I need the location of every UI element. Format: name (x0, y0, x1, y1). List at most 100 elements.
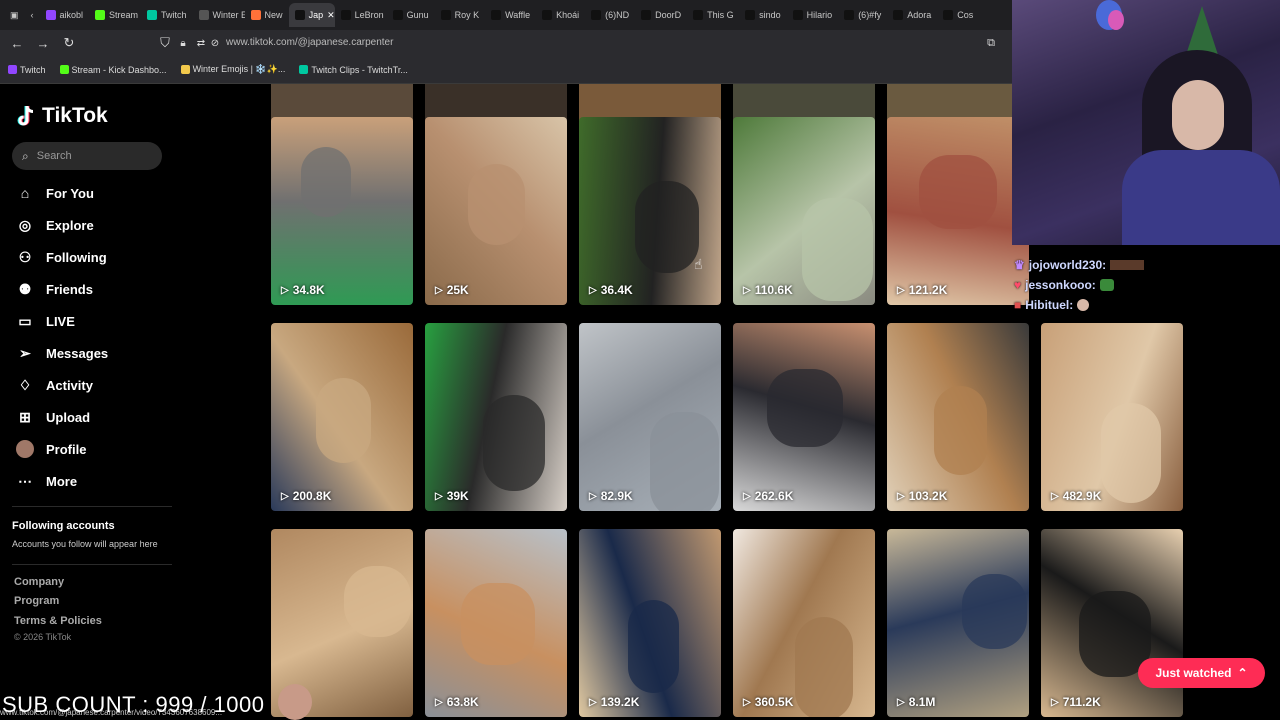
play-icon: ▷ (281, 284, 289, 296)
sidebar-item-explore[interactable]: ◎ Explore (16, 216, 94, 234)
browser-tab[interactable]: sindo (739, 3, 787, 27)
video-thumbnail (650, 412, 719, 511)
browser-tab[interactable]: Hilario (787, 3, 839, 27)
footer-link-terms[interactable]: Terms & Policies (14, 615, 102, 627)
tab-favicon-icon (943, 10, 954, 20)
close-tab-icon[interactable]: ✕ (327, 10, 334, 21)
sidebar-item-label: LIVE (46, 313, 75, 329)
sidebar-item-friends[interactable]: ⚉ Friends (16, 280, 93, 298)
sidebar-item-label: Friends (46, 281, 93, 297)
video-card[interactable]: ▷ 139.2K (579, 529, 721, 717)
sub-goal-avatar (278, 684, 312, 720)
video-card[interactable]: ▷ 482.9K (1041, 323, 1183, 511)
video-card[interactable]: ▷ 103.2K (887, 323, 1029, 511)
browser-tab[interactable]: Waffle (485, 3, 536, 27)
sidebar-item-upload[interactable]: ⊞ Upload (16, 408, 90, 426)
browser-tab[interactable]: Khoái (536, 3, 585, 27)
blocked-icon[interactable]: ⊘ (204, 38, 226, 49)
sidebar-item-label: Upload (46, 409, 91, 425)
tab-label: (6)ND (605, 10, 630, 20)
browser-tab[interactable]: DoorD (635, 3, 687, 27)
tab-favicon-icon (745, 10, 756, 20)
sidebar-item-for-you[interactable]: ⌂ For You (16, 184, 94, 202)
video-thumbnail (483, 395, 545, 491)
video-card[interactable]: ▷ 36.4K (579, 117, 721, 305)
bookmark-item[interactable]: Twitch (8, 65, 46, 75)
bookmark-item[interactable]: Stream - Kick Dashbo... (59, 65, 167, 75)
tab-favicon-icon (198, 10, 209, 20)
chat-message: ■ Hibituel: (1014, 295, 1144, 315)
browser-tab[interactable]: This G (687, 3, 739, 27)
bookmark-item[interactable]: Winter Emojis | ❄️✨... (180, 64, 286, 75)
video-thumbnail (1101, 403, 1161, 503)
browser-tab[interactable]: LeBron (335, 3, 387, 27)
screenshot-icon[interactable]: ⧉ (980, 37, 1002, 50)
video-card[interactable]: ▷ 110.6K (733, 117, 875, 305)
sidebar-item-live[interactable]: ▭ LIVE (16, 312, 75, 330)
sidebar-item-activity[interactable]: ♢ Activity (16, 376, 93, 394)
play-icon: ▷ (897, 284, 905, 296)
tiktok-logo[interactable]: TikTok (16, 104, 108, 128)
browser-tab[interactable]: Stream (89, 3, 141, 27)
browser-tab[interactable]: New (245, 3, 289, 27)
tab-scroll-left-icon[interactable]: ‹ (25, 3, 40, 27)
tab-label: LeBron (354, 10, 384, 20)
view-count-text: 25K (446, 283, 469, 297)
users-icon: ⚉ (18, 280, 32, 297)
video-card[interactable]: ▷ 360.5K (733, 529, 875, 717)
video-card[interactable]: ▷ 262.6K (733, 323, 875, 511)
search-input[interactable]: ⌕ Search (12, 142, 162, 170)
play-icon: ▷ (897, 696, 905, 708)
back-icon[interactable]: ← (6, 36, 28, 51)
browser-tab[interactable]: (6)ND (585, 3, 635, 27)
bookmark-item[interactable]: Twitch Clips - TwitchTr... (299, 65, 408, 75)
video-thumbnail (316, 378, 371, 463)
browser-tab[interactable]: Roy K (435, 3, 486, 27)
play-icon: ▷ (281, 490, 289, 502)
view-count: ▷ 103.2K (897, 489, 947, 503)
video-card[interactable]: ▷ 39K (425, 323, 567, 511)
footer-link-company[interactable]: Company (14, 576, 64, 588)
balloon-icon (1108, 10, 1124, 30)
browser-tab[interactable]: Jap ✕ (288, 3, 335, 27)
video-card[interactable]: ▷ 8.1M (887, 529, 1029, 717)
sidebar-item-following[interactable]: ⚇ Following (16, 248, 107, 266)
tab-favicon-icon (792, 10, 803, 20)
video-card[interactable]: ▷ 121.2K (887, 117, 1029, 305)
browser-tab[interactable]: Adora (887, 3, 937, 27)
tab-overview-icon[interactable]: ▣ (4, 3, 25, 27)
sidebar-item-profile[interactable]: Profile (16, 440, 86, 458)
video-card[interactable]: ▷ 82.9K (579, 323, 721, 511)
browser-tab[interactable]: Cos (937, 3, 979, 27)
upload-icon: ⊞ (19, 408, 31, 425)
video-thumbnail (468, 164, 525, 245)
url-field[interactable]: www.tiktok.com/@japanese.carpenter (226, 37, 393, 48)
video-card[interactable]: ▷ 63.8K (425, 529, 567, 717)
footer-link-program[interactable]: Program (14, 595, 59, 607)
just-watched-button[interactable]: Just watched ⌃ (1138, 658, 1265, 688)
sidebar-item-more[interactable]: ⋯ More (16, 472, 77, 490)
forward-icon[interactable]: → (32, 36, 54, 51)
video-card[interactable]: ▷ 711.2K (1041, 529, 1183, 717)
browser-tab[interactable]: aikobl (40, 3, 90, 27)
tab-favicon-icon (392, 10, 403, 20)
browser-tab[interactable]: Winter Em (193, 3, 245, 27)
video-thumbnail (635, 181, 699, 273)
browser-tab[interactable]: Gunu (387, 3, 435, 27)
play-icon: ▷ (1051, 490, 1059, 502)
video-card[interactable]: ▷ 34.8K (271, 117, 413, 305)
video-card[interactable]: ▷ 25K (425, 117, 567, 305)
browser-tab[interactable]: (6)#fy (838, 3, 887, 27)
bookmark-label: Winter Emojis | ❄️✨... (192, 64, 286, 74)
video-thumbnail (802, 198, 873, 301)
sidebar-item-messages[interactable]: ➢ Messages (16, 344, 108, 362)
video-card[interactable]: ▷ 200.8K (271, 323, 413, 511)
view-count: ▷ 34.8K (281, 283, 325, 297)
webcam-overlay (1012, 0, 1280, 245)
tab-label: (6)#fy (858, 10, 882, 20)
bookmark-favicon-icon (8, 65, 17, 74)
play-icon: ▷ (743, 490, 751, 502)
tab-favicon-icon (591, 10, 602, 20)
reload-icon[interactable]: ↻ (58, 35, 80, 51)
browser-tab[interactable]: Twitch (141, 3, 193, 27)
